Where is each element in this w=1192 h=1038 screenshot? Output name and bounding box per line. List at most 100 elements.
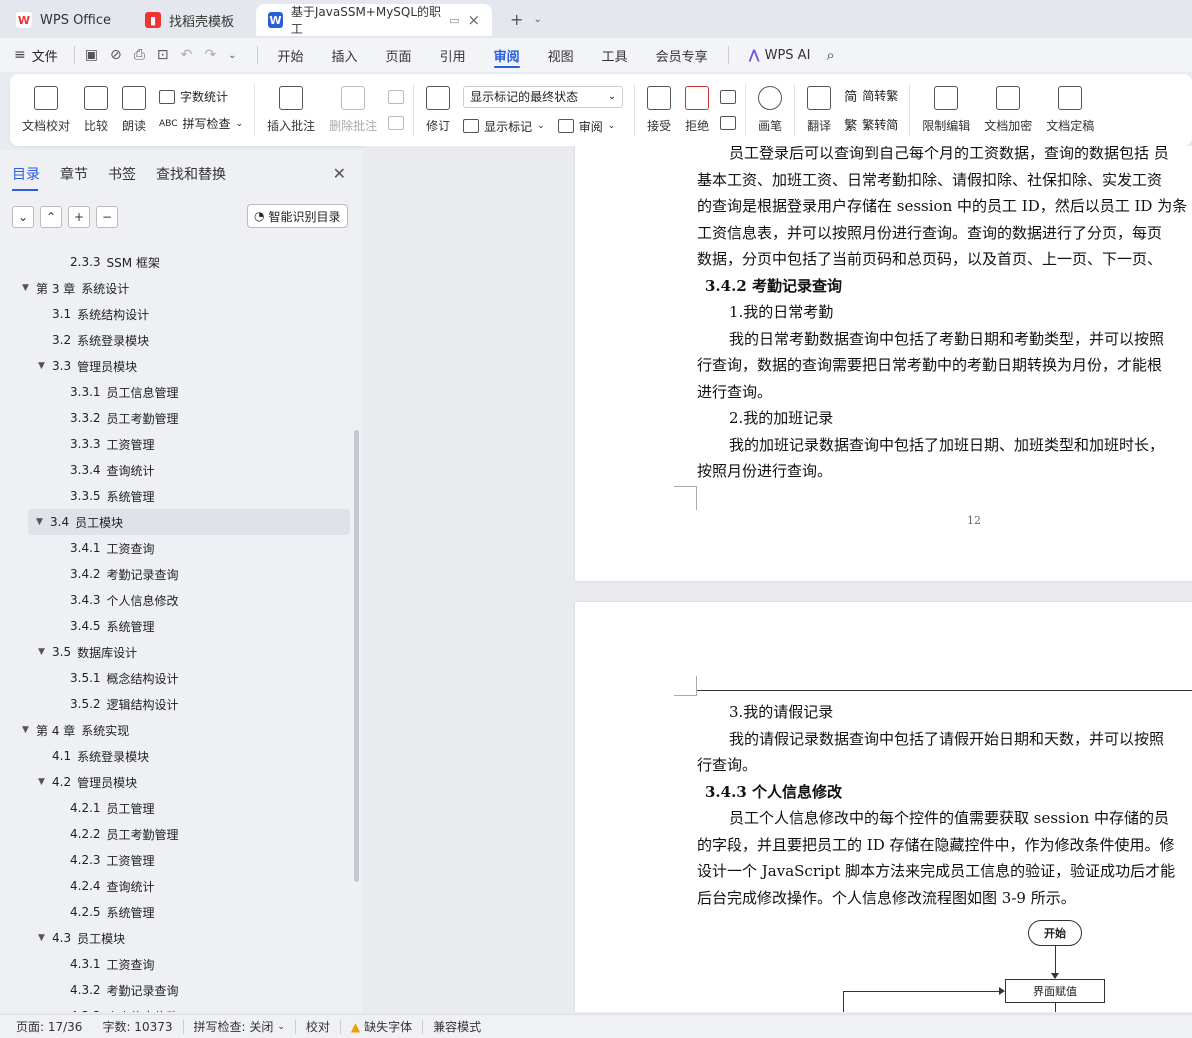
tab-wps-office[interactable]: W WPS Office bbox=[4, 4, 123, 36]
accept-button[interactable]: 接受 bbox=[640, 77, 678, 143]
remove-heading-icon[interactable]: − bbox=[96, 206, 118, 228]
wps-ai-button[interactable]: ⋀ WPS AI bbox=[735, 38, 825, 72]
markup-state-select[interactable]: 显示标记的最终状态 ⌄ bbox=[463, 85, 624, 108]
toc-item[interactable]: 3.4.2 考勤记录查询 bbox=[0, 561, 352, 587]
spell-check-status[interactable]: 拼写检查: 关闭 ⌄ bbox=[184, 1018, 295, 1035]
toc-item[interactable]: 4.2.3 工资管理 bbox=[0, 847, 352, 873]
print-preview-icon[interactable]: ⊡ bbox=[157, 47, 169, 63]
expand-arrow-icon[interactable]: ▼ bbox=[22, 725, 36, 735]
tab-bookmarks[interactable]: 书签 bbox=[108, 164, 136, 191]
tab-toc[interactable]: 目录 bbox=[12, 164, 40, 191]
next-comment-icon[interactable] bbox=[388, 116, 405, 130]
toc-item[interactable]: ▼ 3.4 员工模块 bbox=[28, 509, 350, 535]
menu-page[interactable]: 页面 bbox=[372, 38, 426, 72]
show-markup-button[interactable]: 显示标记 ⌄ bbox=[463, 118, 545, 135]
toc-item[interactable]: 4.2.2 员工考勤管理 bbox=[0, 821, 352, 847]
menu-start[interactable]: 开始 bbox=[264, 38, 318, 72]
finalize-button[interactable]: 文档定稿 bbox=[1039, 77, 1101, 143]
read-aloud-button[interactable]: 朗读 bbox=[115, 77, 153, 143]
toc-item[interactable]: ▼ 第 4 章系统实现 bbox=[0, 717, 352, 743]
search-icon[interactable]: ⌕ bbox=[826, 46, 834, 64]
menu-review[interactable]: 审阅 bbox=[480, 38, 534, 72]
expand-arrow-icon[interactable]: ▼ bbox=[22, 283, 36, 293]
tab-chapters[interactable]: 章节 bbox=[60, 164, 88, 191]
toc-item[interactable]: ▼ 4.2 管理员模块 bbox=[0, 769, 352, 795]
expand-arrow-icon[interactable]: ▼ bbox=[38, 647, 52, 657]
tab-list-chevron-icon[interactable]: ⌄ bbox=[533, 14, 541, 25]
menu-insert[interactable]: 插入 bbox=[318, 38, 372, 72]
proofread-status[interactable]: 校对 bbox=[296, 1018, 340, 1035]
menu-tools[interactable]: 工具 bbox=[588, 38, 642, 72]
menu-view[interactable]: 视图 bbox=[534, 38, 588, 72]
close-panel-icon[interactable]: ✕ bbox=[333, 164, 346, 183]
to-simplified-button[interactable]: 繁 繁转简 bbox=[844, 115, 898, 134]
to-traditional-button[interactable]: 简 简转繁 bbox=[844, 86, 898, 105]
menu-member[interactable]: 会员专享 bbox=[642, 38, 722, 72]
menu-reference[interactable]: 引用 bbox=[426, 38, 480, 72]
spell-check-button[interactable]: ABC 拼写检查 ⌄ bbox=[159, 115, 243, 132]
share-icon[interactable]: ⊘ bbox=[110, 47, 122, 63]
doc-check-button[interactable]: 文档校对 bbox=[10, 77, 77, 143]
expand-arrow-icon[interactable]: ▼ bbox=[36, 517, 50, 527]
page-indicator[interactable]: 页面: 17/36 bbox=[14, 1018, 92, 1035]
expand-down-icon[interactable]: ⌄ bbox=[12, 206, 34, 228]
close-tab-icon[interactable]: × bbox=[467, 11, 480, 29]
toc-item[interactable]: 4.3.3 个人信息修改 bbox=[0, 1003, 352, 1012]
toc-item[interactable]: 3.4.3 个人信息修改 bbox=[0, 587, 352, 613]
tab-document[interactable]: W 基于JavaSSM+MySQL的职工 ▭ × bbox=[256, 4, 493, 36]
reject-button[interactable]: 拒绝 bbox=[678, 77, 716, 143]
delete-comment-button[interactable]: 删除批注 bbox=[322, 77, 384, 143]
compare-button[interactable]: 比较 bbox=[77, 77, 115, 143]
restrict-edit-button[interactable]: 限制编辑 bbox=[915, 77, 977, 143]
word-count[interactable]: 字数: 10373 bbox=[92, 1018, 182, 1035]
expand-arrow-icon[interactable]: ▼ bbox=[38, 777, 52, 787]
new-tab-icon[interactable]: + bbox=[510, 10, 523, 29]
file-menu[interactable]: 文件 bbox=[32, 46, 58, 65]
redo-icon[interactable]: ↷ bbox=[204, 47, 216, 63]
print-icon[interactable]: ⎙ bbox=[134, 47, 145, 63]
toc-item[interactable]: ▼ 4.3 员工模块 bbox=[0, 925, 352, 951]
previous-change-icon[interactable] bbox=[720, 90, 737, 104]
toc-item[interactable]: 3.5.1 概念结构设计 bbox=[0, 665, 352, 691]
toc-item[interactable]: 4.2.1 员工管理 bbox=[0, 795, 352, 821]
toc-item[interactable]: 3.3.3 工资管理 bbox=[0, 431, 352, 457]
insert-comment-button[interactable]: 插入批注 bbox=[260, 77, 322, 143]
toc-item[interactable]: 4.2.5 系统管理 bbox=[0, 899, 352, 925]
revise-button[interactable]: 修订 bbox=[419, 77, 457, 143]
review-pane-button[interactable]: 审阅 ⌄ bbox=[557, 118, 615, 135]
toc-scrollbar[interactable] bbox=[354, 430, 359, 882]
toc-item[interactable]: 3.3.4 查询统计 bbox=[0, 457, 352, 483]
previous-comment-icon[interactable] bbox=[388, 90, 405, 104]
undo-icon[interactable]: ↶ bbox=[181, 47, 193, 63]
toc-item[interactable]: 3.5.2 逻辑结构设计 bbox=[0, 691, 352, 717]
monitor-icon[interactable]: ▭ bbox=[449, 14, 459, 27]
toc-item[interactable]: ▼ 第 3 章系统设计 bbox=[0, 275, 352, 301]
toc-item[interactable]: 3.3.1 员工信息管理 bbox=[0, 379, 352, 405]
toc-item[interactable]: 3.4.1 工资查询 bbox=[0, 535, 352, 561]
toc-item[interactable]: 3.2 系统登录模块 bbox=[0, 327, 352, 353]
expand-arrow-icon[interactable]: ▼ bbox=[38, 361, 52, 371]
next-change-icon[interactable] bbox=[720, 116, 737, 130]
translate-button[interactable]: 翻译 bbox=[800, 77, 838, 143]
toc-item[interactable]: 3.3.2 员工考勤管理 bbox=[0, 405, 352, 431]
encrypt-button[interactable]: 文档加密 bbox=[977, 77, 1039, 143]
word-count-button[interactable]: 字数统计 bbox=[159, 88, 243, 105]
save-icon[interactable]: ▣ bbox=[85, 47, 98, 63]
pen-button[interactable]: 画笔 bbox=[751, 77, 789, 143]
hamburger-icon[interactable]: ≡ bbox=[14, 47, 26, 63]
toc-item[interactable]: 4.1 系统登录模块 bbox=[0, 743, 352, 769]
toc-item[interactable]: ▼ 3.3 管理员模块 bbox=[0, 353, 352, 379]
add-heading-icon[interactable]: + bbox=[68, 206, 90, 228]
smart-toc-button[interactable]: ◔ 智能识别目录 bbox=[247, 204, 348, 228]
toc-item[interactable]: 2.3.3 SSM 框架 bbox=[0, 249, 352, 275]
toc-item[interactable]: 3.1 系统结构设计 bbox=[0, 301, 352, 327]
expand-arrow-icon[interactable]: ▼ bbox=[38, 933, 52, 943]
tab-docer[interactable]: ▮ 找稻壳模板 bbox=[133, 4, 246, 36]
collapse-up-icon[interactable]: ⌃ bbox=[40, 206, 62, 228]
toc-item[interactable]: 3.4.5 系统管理 bbox=[0, 613, 352, 639]
toc-item[interactable]: 4.3.2 考勤记录查询 bbox=[0, 977, 352, 1003]
toc-item[interactable]: 4.3.1 工资查询 bbox=[0, 951, 352, 977]
more-chevron-icon[interactable]: ⌄ bbox=[228, 50, 236, 61]
toc-item[interactable]: 4.2.4 查询统计 bbox=[0, 873, 352, 899]
toc-item[interactable]: 3.3.5 系统管理 bbox=[0, 483, 352, 509]
